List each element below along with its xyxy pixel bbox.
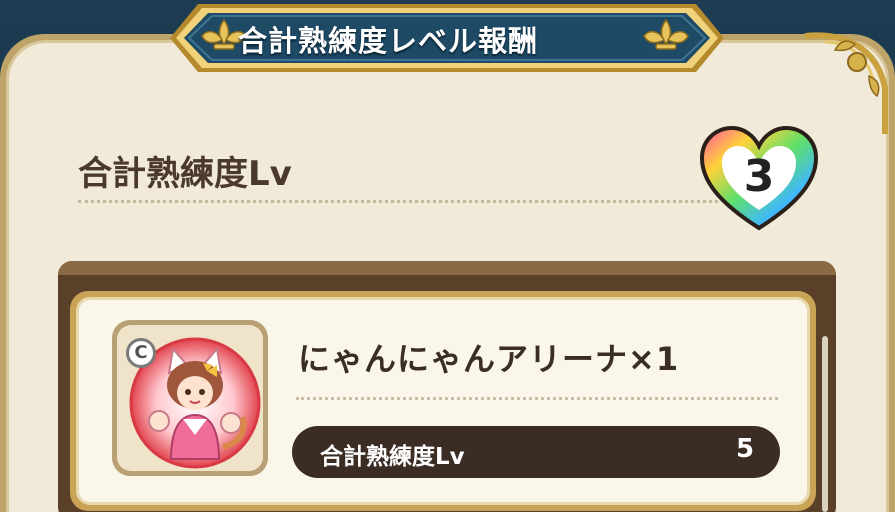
rarity-badge: C bbox=[126, 338, 156, 368]
total-proficiency-label: 合計熟練度Lv bbox=[78, 154, 292, 194]
reward-item-name: にゃんにゃんアリーナ×1 bbox=[298, 340, 680, 378]
scrollbar[interactable] bbox=[822, 336, 828, 512]
dialog-title: 合計熟練度レベル報酬 bbox=[238, 24, 539, 58]
reward-list-rim bbox=[58, 261, 836, 275]
reward-divider bbox=[296, 397, 778, 400]
divider bbox=[78, 200, 718, 203]
corner-ornament-icon bbox=[804, 32, 888, 134]
total-proficiency-level: 3 bbox=[743, 151, 775, 202]
requirement-label: 合計熟練度Lv bbox=[320, 444, 465, 470]
requirement-value: 5 bbox=[735, 434, 755, 464]
